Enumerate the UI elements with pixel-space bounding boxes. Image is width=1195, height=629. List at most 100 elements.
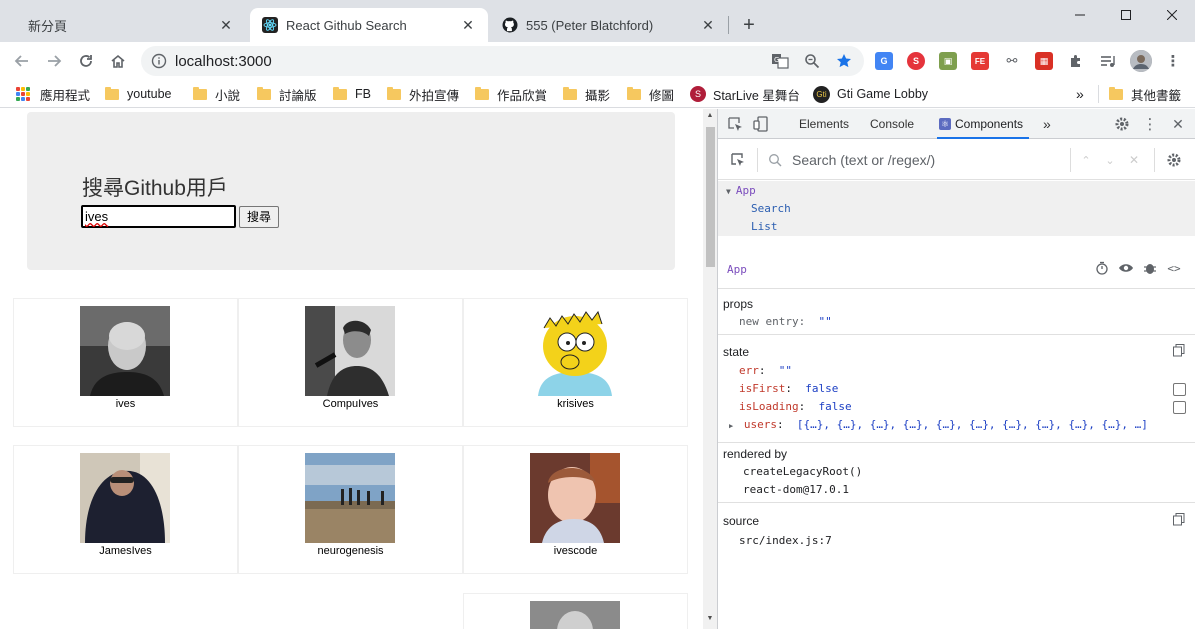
search-button[interactable]: 搜尋 <box>239 206 279 228</box>
tree-item-app[interactable]: ▼ App <box>726 182 756 200</box>
link-extension-icon[interactable]: ⚯ <box>1003 52 1021 70</box>
stopwatch-icon[interactable] <box>1094 260 1110 276</box>
state-isloading-row[interactable]: isLoading: false <box>739 400 852 413</box>
select-component-icon[interactable] <box>730 152 746 168</box>
chevron-up-icon[interactable]: ⌃ <box>1078 152 1094 168</box>
bookmark-youtube[interactable]: youtube <box>105 85 171 103</box>
back-button[interactable] <box>8 47 36 75</box>
tab-new-tab[interactable]: 新分頁 ✕ <box>8 8 246 42</box>
puzzle-icon[interactable] <box>1067 52 1085 70</box>
fe-extension-icon[interactable]: FE <box>971 52 989 70</box>
user-avatar[interactable] <box>80 453 170 543</box>
tab-elements[interactable]: Elements <box>799 109 849 139</box>
component-settings-gear-icon[interactable] <box>1166 152 1182 168</box>
page-scrollbar[interactable]: ▲ ▼ <box>703 109 717 629</box>
renderer-item[interactable]: createLegacyRoot() <box>743 465 862 478</box>
bookmark-fb[interactable]: FB <box>333 85 371 103</box>
home-button[interactable] <box>104 47 132 75</box>
grid-extension-icon[interactable]: ▦ <box>1035 52 1053 70</box>
device-toggle-icon[interactable] <box>753 116 769 132</box>
bookmark-apps[interactable]: 應用程式 <box>16 85 90 103</box>
tab-components[interactable]: ⚛ Components <box>937 109 1030 139</box>
tab-console[interactable]: Console <box>870 109 914 139</box>
kebab-menu-icon[interactable]: ⋮ <box>1164 52 1182 70</box>
translate-extension-icon[interactable]: G <box>875 52 893 70</box>
user-avatar[interactable] <box>530 601 620 629</box>
bug-icon[interactable] <box>1142 260 1158 276</box>
bookmark-forum[interactable]: 討論版 <box>257 85 317 103</box>
renderer-item[interactable]: react-dom@17.0.1 <box>743 483 849 496</box>
maximize-button[interactable] <box>1103 0 1149 30</box>
bookmarks-overflow-button[interactable]: » <box>1076 85 1084 103</box>
user-avatar[interactable] <box>530 306 620 396</box>
settings-gear-icon[interactable] <box>1114 116 1130 132</box>
source-location[interactable]: src/index.js:7 <box>739 534 832 547</box>
scroll-thumb[interactable] <box>706 127 715 267</box>
caret-right-icon[interactable]: ▶ <box>729 422 733 430</box>
s-extension-icon[interactable]: S <box>907 52 925 70</box>
scroll-down-arrow[interactable]: ▼ <box>706 615 714 623</box>
user-avatar[interactable] <box>530 453 620 543</box>
close-icon[interactable]: ✕ <box>460 17 476 33</box>
info-icon[interactable] <box>151 53 167 72</box>
clear-search-icon[interactable]: ✕ <box>1126 152 1142 168</box>
close-icon[interactable]: ✕ <box>218 17 234 33</box>
tree-item-list[interactable]: List <box>751 218 778 236</box>
zoom-icon[interactable] <box>803 53 821 69</box>
user-avatar[interactable] <box>305 453 395 543</box>
isloading-checkbox[interactable] <box>1173 401 1186 414</box>
tab-react-github-search[interactable]: React Github Search ✕ <box>250 8 488 42</box>
components-search-input[interactable]: Search (text or /regex/) <box>792 152 935 168</box>
caret-down-icon[interactable]: ▼ <box>726 187 731 196</box>
translate-icon[interactable]: G <box>771 53 789 69</box>
profile-avatar[interactable] <box>1130 50 1152 72</box>
close-devtools-icon[interactable]: ✕ <box>1170 116 1186 132</box>
bookmark-photoshoot[interactable]: 外拍宣傳 <box>387 85 459 103</box>
search-input[interactable]: ives <box>81 205 236 228</box>
reload-button[interactable] <box>72 47 100 75</box>
user-card[interactable]: JamesIves <box>13 445 238 574</box>
state-value[interactable]: false <box>805 382 838 395</box>
address-bar[interactable]: localhost:3000 G <box>141 46 864 76</box>
user-card[interactable]: krisives <box>463 298 688 427</box>
devtools-menu-icon[interactable]: ⋮ <box>1142 116 1158 133</box>
more-tabs-chevron[interactable]: » <box>1043 109 1051 139</box>
new-entry-row[interactable]: new entry: "" <box>739 315 832 328</box>
bookmark-works[interactable]: 作品欣賞 <box>475 85 547 103</box>
scroll-up-arrow[interactable]: ▲ <box>706 112 714 120</box>
state-value[interactable]: false <box>818 400 851 413</box>
bookmark-gti[interactable]: Gti Gti Game Lobby <box>813 85 928 103</box>
prop-value[interactable]: "" <box>818 315 831 328</box>
inspect-element-icon[interactable] <box>727 116 743 132</box>
copy-icon[interactable] <box>1173 344 1185 357</box>
bookmark-star-icon[interactable] <box>835 53 853 69</box>
user-card[interactable]: ivescode <box>463 445 688 574</box>
copy-icon[interactable] <box>1173 513 1185 526</box>
bookmark-retouch[interactable]: 修圖 <box>627 85 674 103</box>
close-icon[interactable]: ✕ <box>700 17 716 33</box>
tree-item-search[interactable]: Search <box>751 200 791 218</box>
isfirst-checkbox[interactable] <box>1173 383 1186 396</box>
bookmark-photography[interactable]: 攝影 <box>563 85 610 103</box>
state-isfirst-row[interactable]: isFirst: false <box>739 382 838 395</box>
minimize-button[interactable] <box>1057 0 1103 30</box>
user-card[interactable]: neurogenesis <box>238 445 463 574</box>
code-icon[interactable]: <> <box>1166 260 1182 276</box>
bookmark-starlive[interactable]: S StarLive 星舞台 <box>690 85 800 103</box>
bookmark-novel[interactable]: 小說 <box>193 85 240 103</box>
state-value[interactable]: "" <box>779 364 792 377</box>
user-avatar[interactable] <box>305 306 395 396</box>
chevron-down-icon[interactable]: ⌄ <box>1102 152 1118 168</box>
media-queue-icon[interactable] <box>1099 52 1117 70</box>
new-tab-button[interactable]: + <box>738 15 760 37</box>
image-extension-icon[interactable]: ▣ <box>939 52 957 70</box>
state-value[interactable]: [{…}, {…}, {…}, {…}, {…}, {…}, {…}, {…},… <box>797 418 1148 431</box>
eye-icon[interactable] <box>1118 260 1134 276</box>
window-close-button[interactable] <box>1149 0 1195 30</box>
state-err-row[interactable]: err: "" <box>739 364 792 377</box>
user-avatar[interactable] <box>80 306 170 396</box>
forward-button[interactable] <box>40 47 68 75</box>
user-card[interactable]: CompuIves <box>238 298 463 427</box>
bookmark-other[interactable]: 其他書籤 <box>1098 85 1181 103</box>
state-users-row[interactable]: ▶ users: [{…}, {…}, {…}, {…}, {…}, {…}, … <box>729 418 1148 431</box>
